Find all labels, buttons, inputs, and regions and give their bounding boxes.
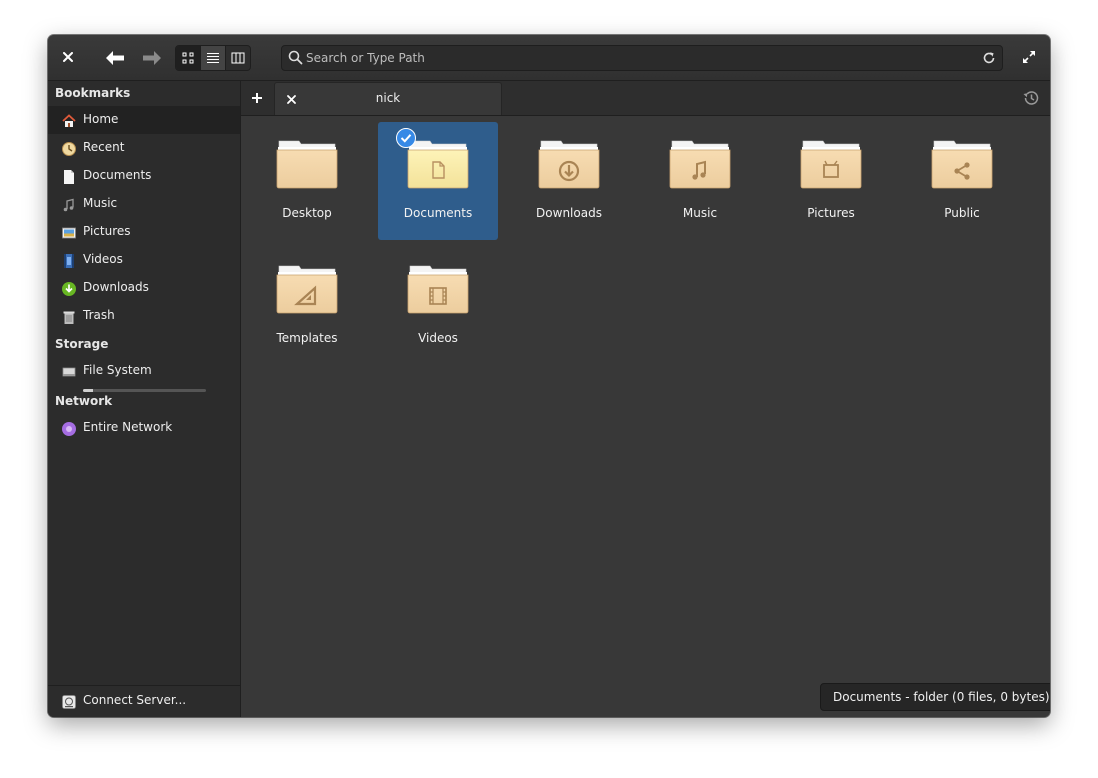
folder-icon xyxy=(800,140,862,189)
folder-icon xyxy=(276,265,338,314)
view-mode-switcher xyxy=(175,45,251,71)
folder-item-documents[interactable]: Documents xyxy=(378,122,498,240)
sidebar-item-label: Pictures xyxy=(83,224,131,238)
folder-item-videos[interactable]: Videos xyxy=(378,247,498,365)
sidebar-item-entire-network[interactable]: Entire Network xyxy=(48,414,240,442)
folder-icon xyxy=(538,140,600,189)
icon-view-button[interactable] xyxy=(176,46,201,70)
tab-nick[interactable]: nick xyxy=(274,82,502,115)
sidebar-item-documents[interactable]: Documents xyxy=(48,162,240,190)
header-bar xyxy=(48,35,1050,81)
sidebar-item-label: Videos xyxy=(83,252,123,266)
column-view-button[interactable] xyxy=(226,46,250,70)
folder-item-desktop[interactable]: Desktop xyxy=(247,122,367,240)
folder-name: Music xyxy=(682,206,718,220)
reload-icon xyxy=(983,52,995,64)
close-icon xyxy=(63,52,73,62)
sidebar-heading-bookmarks: Bookmarks xyxy=(55,86,131,100)
sidebar-item-label: Downloads xyxy=(83,280,149,294)
folder-name: Templates xyxy=(276,331,338,345)
maximize-icon xyxy=(1022,50,1036,64)
disk-usage-fill xyxy=(83,389,93,392)
sidebar-item-label: Documents xyxy=(83,168,152,182)
download-icon xyxy=(62,282,76,296)
sidebar-item-videos[interactable]: Videos xyxy=(48,246,240,274)
trash-icon xyxy=(63,311,75,324)
drive-icon xyxy=(62,367,76,377)
path-search-input[interactable] xyxy=(306,48,966,68)
sidebar-item-file-system[interactable]: File System xyxy=(48,357,240,393)
reload-button[interactable] xyxy=(980,49,998,67)
home-icon xyxy=(62,114,76,127)
tab-bar: nick xyxy=(241,81,1050,116)
connect-server-label: Connect Server... xyxy=(83,693,187,707)
grid-icon xyxy=(182,52,194,64)
folder-item-public[interactable]: Public xyxy=(902,122,1022,240)
folder-icon xyxy=(669,140,731,189)
selection-check-icon[interactable] xyxy=(396,128,416,148)
list-icon xyxy=(207,53,219,63)
folder-icon xyxy=(931,140,993,189)
folder-name: Documents xyxy=(403,206,473,220)
document-icon xyxy=(64,170,74,184)
arrow-left-icon xyxy=(106,51,124,65)
window-close-button[interactable] xyxy=(58,47,78,67)
sidebar-item-label: Recent xyxy=(83,140,125,154)
folder-name: Pictures xyxy=(807,206,855,220)
plus-icon xyxy=(252,93,262,103)
music-icon xyxy=(63,198,74,212)
file-view: Desktop Documents Downloads Music Pictures Pu… xyxy=(241,116,1050,717)
folder-name: Desktop xyxy=(282,206,332,220)
closed-tabs-history-button[interactable] xyxy=(1022,89,1040,107)
new-tab-button[interactable] xyxy=(248,89,266,107)
sidebar-item-music[interactable]: Music xyxy=(48,190,240,218)
sidebar-item-label: Trash xyxy=(83,308,115,322)
server-icon xyxy=(62,695,76,709)
sidebar-heading-network: Network xyxy=(55,394,113,408)
folder-icon xyxy=(276,140,338,189)
sidebar-item-home[interactable]: Home xyxy=(48,106,240,134)
history-icon xyxy=(1023,91,1039,105)
sidebar-item-label: Music xyxy=(83,196,118,210)
pictures-icon xyxy=(62,227,76,239)
sidebar: Bookmarks Home Recent Documents Music Pi… xyxy=(48,81,241,717)
sidebar-item-trash[interactable]: Trash xyxy=(48,302,240,330)
connect-server-button[interactable]: Connect Server... xyxy=(48,685,240,717)
maximize-button[interactable] xyxy=(1020,48,1038,66)
arrow-right-icon xyxy=(143,51,161,65)
path-bar xyxy=(281,45,1003,71)
sidebar-item-downloads[interactable]: Downloads xyxy=(48,274,240,302)
sidebar-item-label: Home xyxy=(83,112,119,126)
sidebar-item-recent[interactable]: Recent xyxy=(48,134,240,162)
sidebar-item-label: Entire Network xyxy=(83,420,173,434)
sidebar-heading-storage: Storage xyxy=(55,337,109,351)
list-view-button[interactable] xyxy=(201,46,226,70)
video-icon xyxy=(64,254,74,268)
search-icon xyxy=(288,50,303,65)
tab-label: nick xyxy=(375,91,401,105)
folder-name: Public xyxy=(944,206,980,220)
status-overlay: Documents - folder (0 files, 0 bytes) xyxy=(820,683,1050,711)
folder-item-pictures[interactable]: Pictures xyxy=(771,122,891,240)
sidebar-item-pictures[interactable]: Pictures xyxy=(48,218,240,246)
back-button[interactable] xyxy=(103,47,127,69)
folder-name: Downloads xyxy=(536,206,602,220)
folder-item-templates[interactable]: Templates xyxy=(247,247,367,365)
sidebar-item-label: File System xyxy=(83,363,152,377)
columns-icon xyxy=(231,52,245,64)
folder-icon xyxy=(407,265,469,314)
forward-button[interactable] xyxy=(140,47,164,69)
disk-usage-bar xyxy=(83,389,206,392)
folder-item-downloads[interactable]: Downloads xyxy=(509,122,629,240)
file-manager-window: Bookmarks Home Recent Documents xyxy=(48,35,1050,717)
folder-name: Videos xyxy=(418,331,458,345)
recent-icon xyxy=(62,142,76,156)
folder-item-music[interactable]: Music xyxy=(640,122,760,240)
network-icon xyxy=(62,422,76,436)
